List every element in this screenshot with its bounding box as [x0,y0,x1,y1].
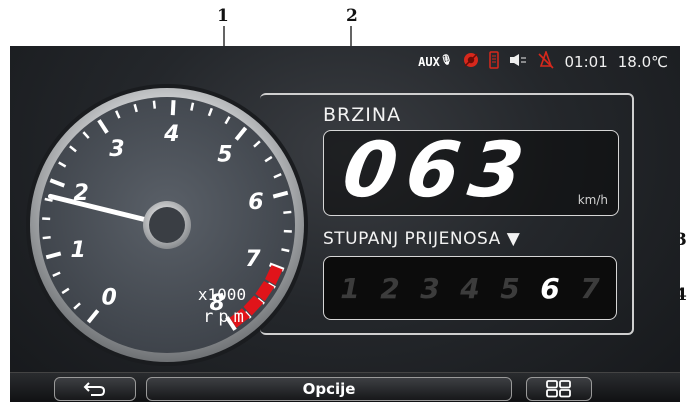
aux-icon: AUX🎙︎ [418,55,453,69]
back-arrow-icon [83,382,106,396]
callout-1: 1 [217,6,229,26]
major-tick [170,100,176,116]
gear-digit: 2 [380,271,400,305]
gear-label-text: STUPANJ PRIJENOSA [323,229,501,249]
rpm-scale-label: 5 [217,143,232,168]
menu-button[interactable] [526,377,592,401]
speed-value: 063 [337,125,539,214]
rpm-scale-label: 1 [70,238,85,263]
tts-muted-icon [537,49,555,73]
rpm-scale-label: 0 [101,285,116,310]
gear-digit: 3 [420,271,440,305]
no-signal-icon [463,52,479,72]
speed-unit: km/h [577,193,608,207]
rpm-scale-label: 4 [163,122,179,147]
gear-label[interactable]: STUPANJ PRIJENOSA ▼ [323,229,520,249]
dropdown-arrow-icon[interactable]: ▼ [507,229,521,249]
gear-digit: 4 [460,271,480,305]
minor-tick [42,235,51,240]
options-label: Opcije [302,380,356,398]
phone-battery-icon [488,51,499,73]
rpm-scale-label: 7 [245,247,261,272]
temperature: 18.0℃ [617,53,668,71]
rpm-scale-label: 3 [109,137,124,162]
volume-icon [509,53,527,71]
callout-2: 2 [346,6,358,26]
rpm-unit: rpm [203,307,249,327]
gear-digit: 5 [500,271,520,305]
rpm-multiplier: x1000 [198,285,246,304]
back-button[interactable] [54,377,136,401]
clock: 01:01 [564,53,608,71]
gear-digit: 1 [340,271,360,305]
options-button[interactable]: Opcije [146,377,512,401]
gear-active: 6 [540,271,560,305]
minor-tick [152,100,157,109]
status-bar: AUX🎙︎ 01:01 18.0℃ [418,49,668,73]
grid-icon [546,380,571,398]
device-screen: AUX🎙︎ 01:01 18.0℃ 0 1 2 3 4 5 6 7 8 x100… [10,46,680,402]
minor-tick [44,197,53,202]
gear-digit: 7 [580,271,600,305]
minor-tick [190,102,195,111]
speed-label: BRZINA [323,104,402,126]
gear-indicator: 1234567 [323,256,617,320]
bottom-bar: Opcije [10,372,680,402]
speed-display: 063 km/h [323,125,619,216]
